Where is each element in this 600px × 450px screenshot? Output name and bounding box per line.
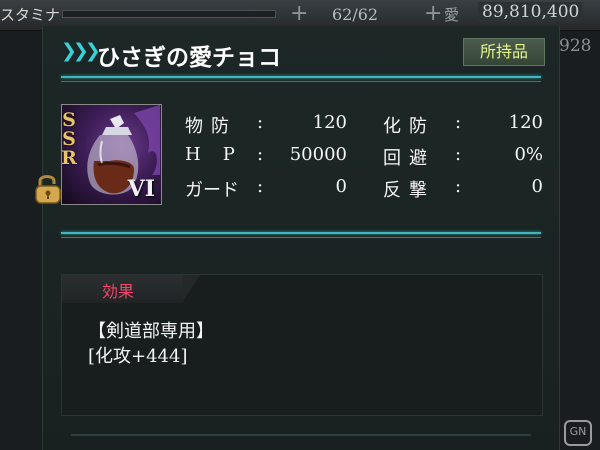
stat-colon: : xyxy=(455,144,462,165)
stat-value: 120 xyxy=(508,112,543,133)
effect-tab-label: 効果 xyxy=(102,282,135,301)
stat-colon: : xyxy=(455,112,462,133)
stat-label: 化防 xyxy=(383,116,435,137)
item-icon: SSR VI xyxy=(61,104,162,205)
stat-colon: : xyxy=(257,176,264,197)
stat-counter: 反撃 xyxy=(383,176,435,202)
item-name: ひさぎの愛チョコ xyxy=(97,44,281,71)
stat-physical-defense: 物防 xyxy=(185,112,237,138)
stat-value: 120 xyxy=(312,112,347,133)
effect-bonus-text: [化攻+444] xyxy=(88,346,188,367)
stat-value: 0 xyxy=(531,176,543,197)
stats-divider xyxy=(61,232,541,234)
stamina-label: スタミナ xyxy=(0,6,61,24)
effect-tab-corner xyxy=(182,275,200,303)
owned-items-button[interactable]: 所持品 xyxy=(463,38,545,66)
title-divider-thin xyxy=(61,81,541,82)
stat-label: 反撃 xyxy=(383,180,435,201)
stat-value: 50000 xyxy=(289,144,347,165)
stat-colon: : xyxy=(455,176,462,197)
currency-label: 愛 xyxy=(444,6,460,24)
stamina-gauge xyxy=(62,10,276,18)
stat-colon: : xyxy=(257,144,264,165)
stat-evasion: 回避 xyxy=(383,144,435,170)
stat-label: 物防 xyxy=(185,116,237,137)
stat-label: 回避 xyxy=(383,148,435,169)
stamina-value: 62/62 xyxy=(332,5,379,24)
effect-restriction-text: 【剣道部専用】 xyxy=(88,321,214,342)
chevron-right-icon: ❯❯❯ xyxy=(61,40,101,62)
stamina-plus-button[interactable]: + xyxy=(290,1,308,26)
stat-hp: HP xyxy=(185,144,257,165)
site-watermark-logo: GN xyxy=(564,420,592,446)
rarity-badge: SSR xyxy=(61,109,80,166)
rank-badge: VI xyxy=(127,176,155,202)
stat-value: 0 xyxy=(335,176,347,197)
currency-plus-button[interactable]: + xyxy=(424,1,442,26)
stat-colon: : xyxy=(257,112,264,133)
currency-value: 89,810,400 xyxy=(478,2,584,22)
stat-guard: ガード xyxy=(185,176,239,202)
item-detail-modal: ❯❯❯ ひさぎの愛チョコ 所持品 SSR VI 物防 : 120 化防 : 12… xyxy=(35,26,560,450)
title-divider xyxy=(61,76,541,78)
stat-label: HP xyxy=(185,144,257,165)
effect-panel: 効果 【剣道部専用】 [化攻+444] xyxy=(61,274,543,416)
stat-label: ガード xyxy=(185,180,239,201)
bottom-divider xyxy=(71,434,531,436)
stat-chemical-defense: 化防 xyxy=(383,112,435,138)
stat-value: 0% xyxy=(514,144,543,165)
lock-icon[interactable] xyxy=(31,172,65,206)
stats-divider-thin xyxy=(61,237,541,238)
